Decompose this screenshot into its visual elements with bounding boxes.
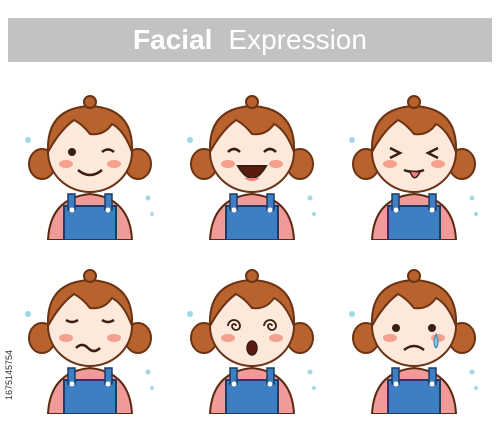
expression-cell-tongue-out-wink bbox=[344, 90, 484, 240]
girl-laughing-illustration bbox=[187, 95, 316, 240]
girl-body bbox=[208, 366, 296, 414]
girl-worried-illustration bbox=[25, 269, 154, 414]
girl-dizzy-surprised-illustration bbox=[187, 269, 316, 414]
title-bold: Facial bbox=[133, 24, 213, 55]
title-light: Expression bbox=[228, 24, 367, 55]
expression-cell-crying bbox=[344, 264, 484, 414]
expression-cell-wink-smile bbox=[20, 90, 160, 240]
expression-grid bbox=[0, 80, 500, 423]
girl-body bbox=[370, 366, 458, 414]
girl-tongue-out-wink-illustration bbox=[349, 95, 478, 240]
girl-body bbox=[46, 366, 134, 414]
girl-body bbox=[208, 192, 296, 240]
expression-cell-laughing bbox=[182, 90, 322, 240]
title-banner: Facial Expression bbox=[8, 18, 492, 62]
girl-body bbox=[370, 192, 458, 240]
girl-crying-illustration bbox=[349, 269, 478, 414]
girl-head bbox=[46, 95, 134, 193]
expression-cell-worried bbox=[20, 264, 160, 414]
expression-cell-dizzy-surprised bbox=[182, 264, 322, 414]
girl-body bbox=[46, 192, 134, 240]
stock-id-label: 1675145754 bbox=[4, 349, 14, 400]
girl-wink-smile-illustration bbox=[25, 95, 154, 240]
girl-head bbox=[46, 269, 134, 367]
girl-head bbox=[370, 269, 458, 367]
